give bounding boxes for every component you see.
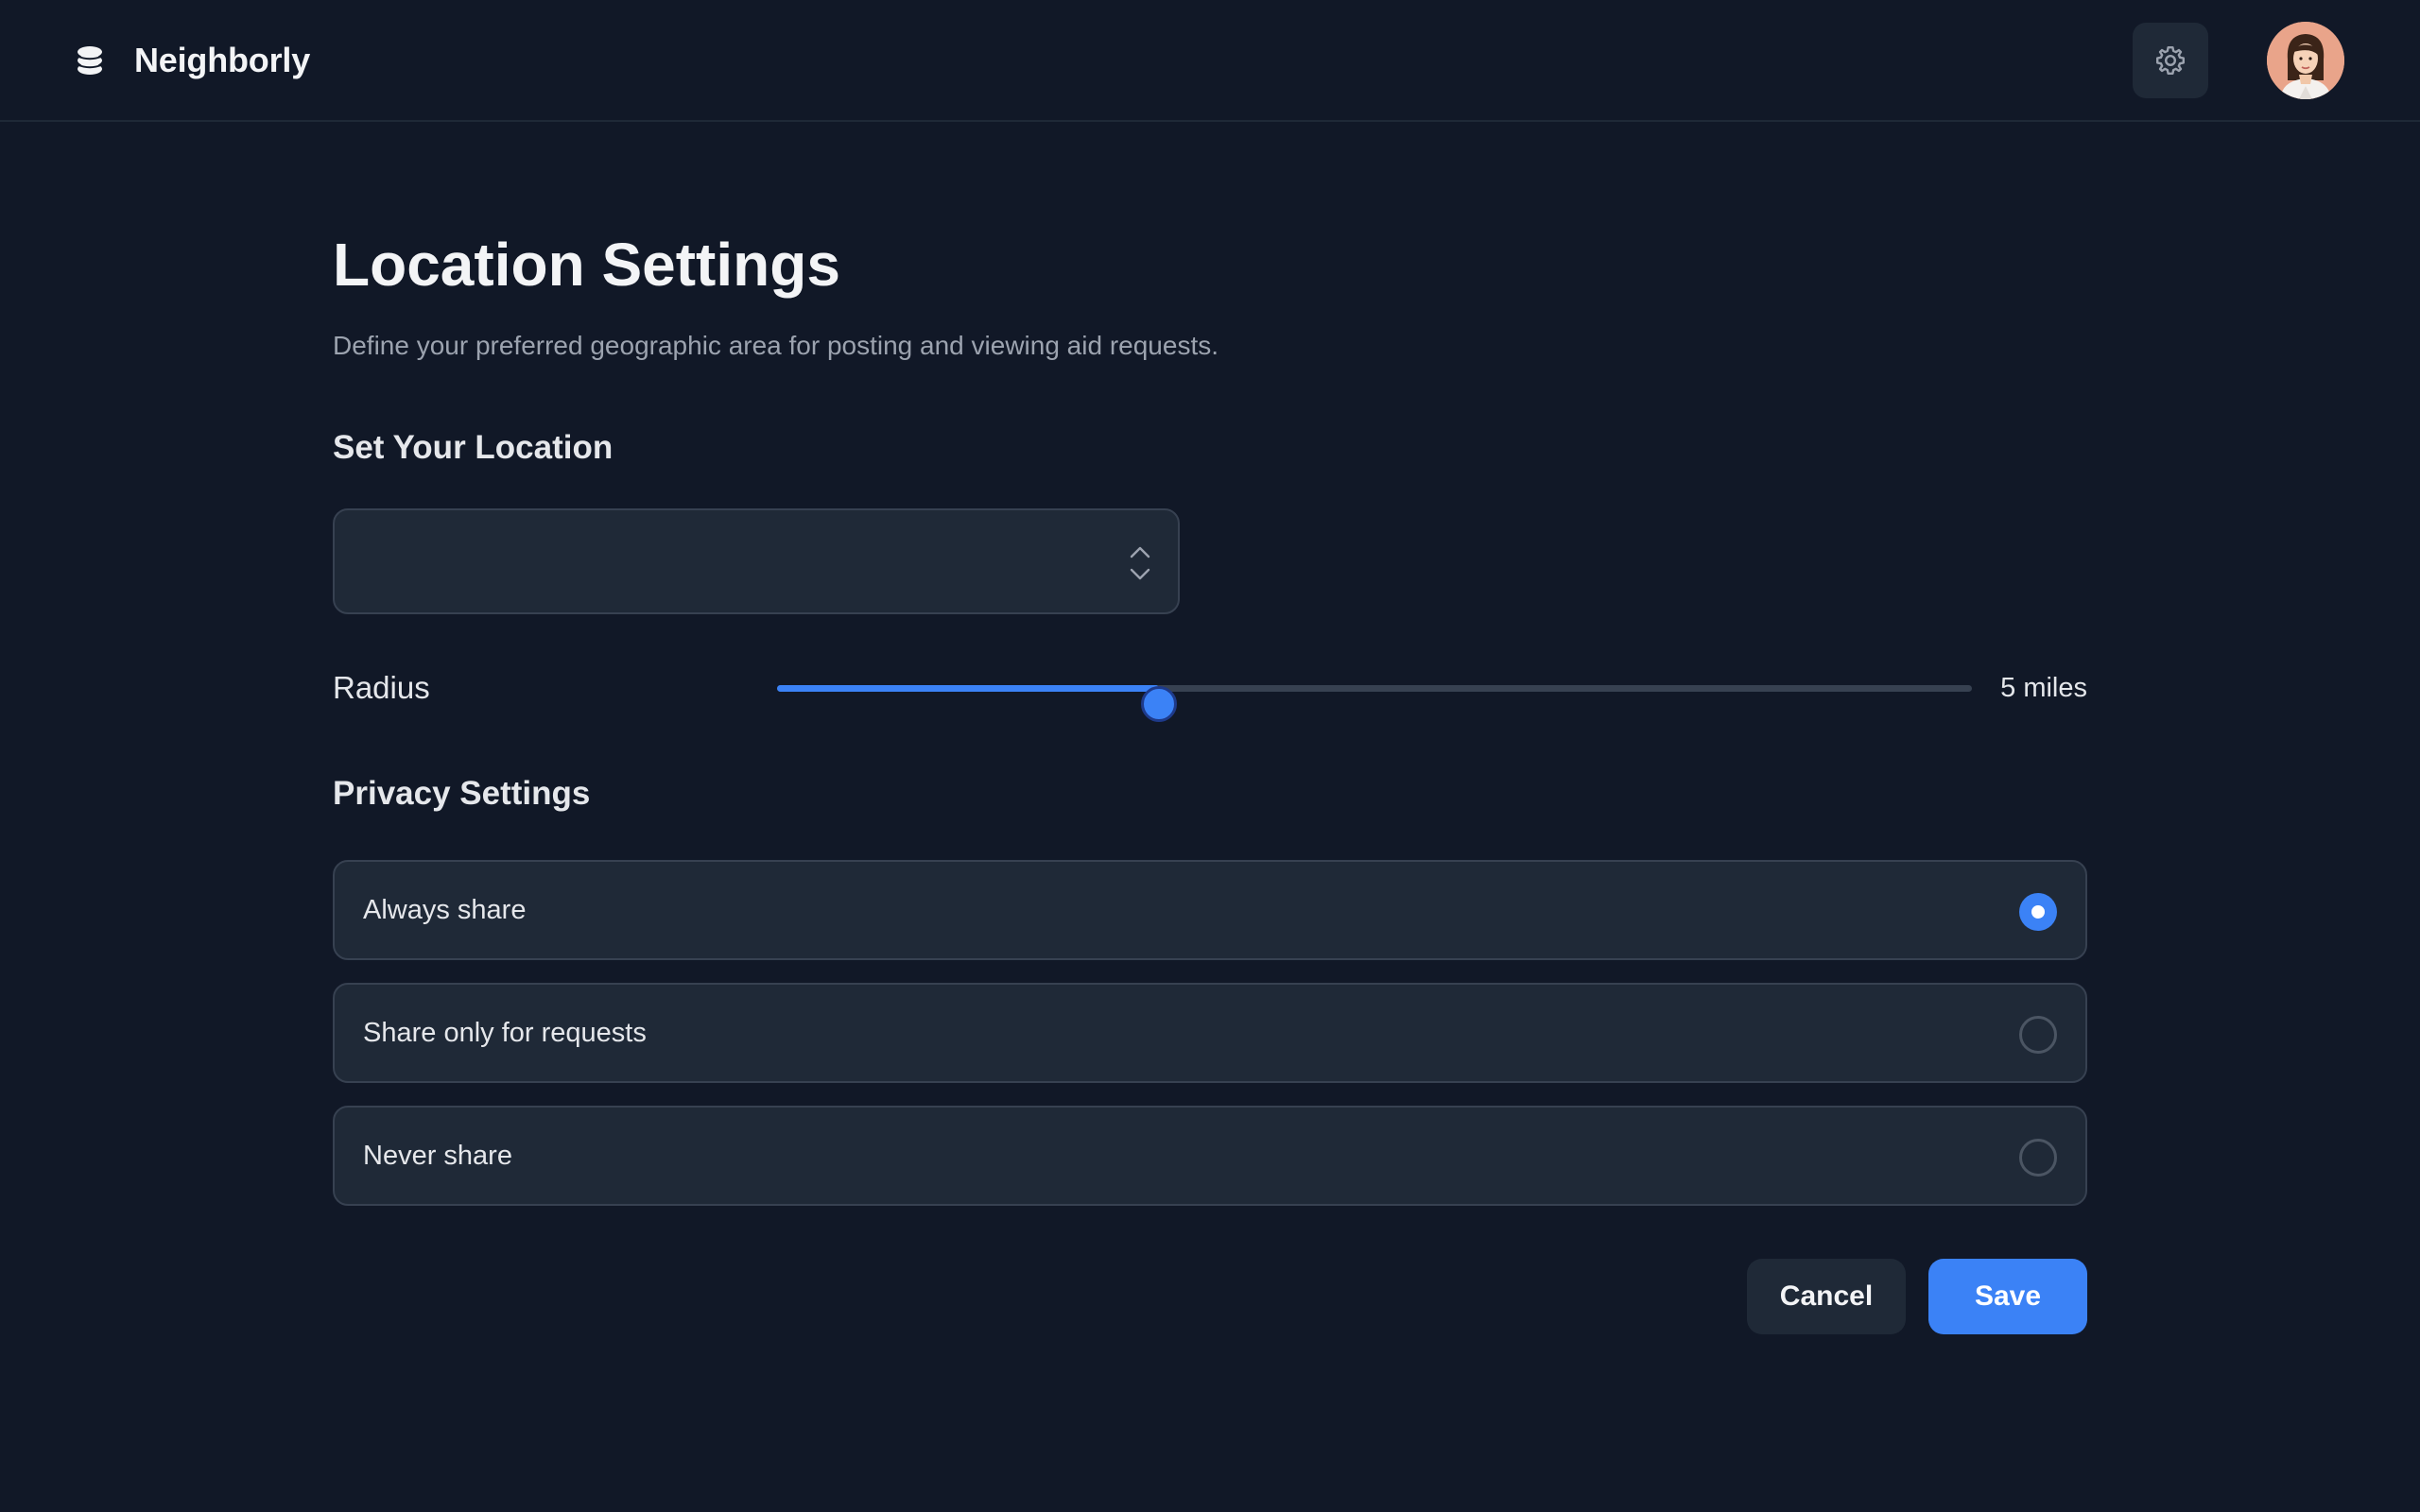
privacy-settings-heading: Privacy Settings: [333, 775, 591, 812]
slider-track[interactable]: [777, 685, 1972, 722]
privacy-option-always-share[interactable]: Always share: [333, 860, 2087, 960]
radio-button[interactable]: [2019, 1139, 2057, 1177]
slider-thumb[interactable]: [1141, 686, 1178, 722]
page-subtitle: Define your preferred geographic area fo…: [333, 331, 1219, 360]
chevron-up-down-icon: [1130, 546, 1150, 580]
top-navigation-bar: Neighborly: [0, 0, 2420, 122]
cancel-button[interactable]: Cancel: [1747, 1259, 1906, 1334]
save-button[interactable]: Save: [1928, 1259, 2087, 1334]
radius-label: Radius: [333, 670, 430, 705]
stack-logo-icon: [77, 46, 103, 75]
slider-fill: [777, 685, 1160, 692]
brand[interactable]: Neighborly: [74, 36, 310, 85]
radio-button[interactable]: [2019, 1016, 2057, 1054]
privacy-option-share-for-requests[interactable]: Share only for requests: [333, 983, 2087, 1083]
option-label: Share only for requests: [363, 1018, 647, 1048]
privacy-option-never-share[interactable]: Never share: [333, 1106, 2087, 1206]
option-label: Never share: [363, 1141, 512, 1171]
gear-icon: [2156, 46, 2185, 75]
app-name: Neighborly: [134, 41, 311, 79]
user-avatar[interactable]: [2267, 22, 2344, 99]
settings-button[interactable]: [2133, 23, 2208, 98]
location-select[interactable]: [333, 508, 1180, 614]
radius-value: 5 miles: [2000, 673, 2087, 703]
set-location-heading: Set Your Location: [333, 429, 614, 466]
radio-button[interactable]: [2019, 893, 2057, 931]
avatar-portrait-icon: [2267, 22, 2344, 99]
option-label: Always share: [363, 895, 527, 925]
page-title: Location Settings: [333, 231, 840, 299]
